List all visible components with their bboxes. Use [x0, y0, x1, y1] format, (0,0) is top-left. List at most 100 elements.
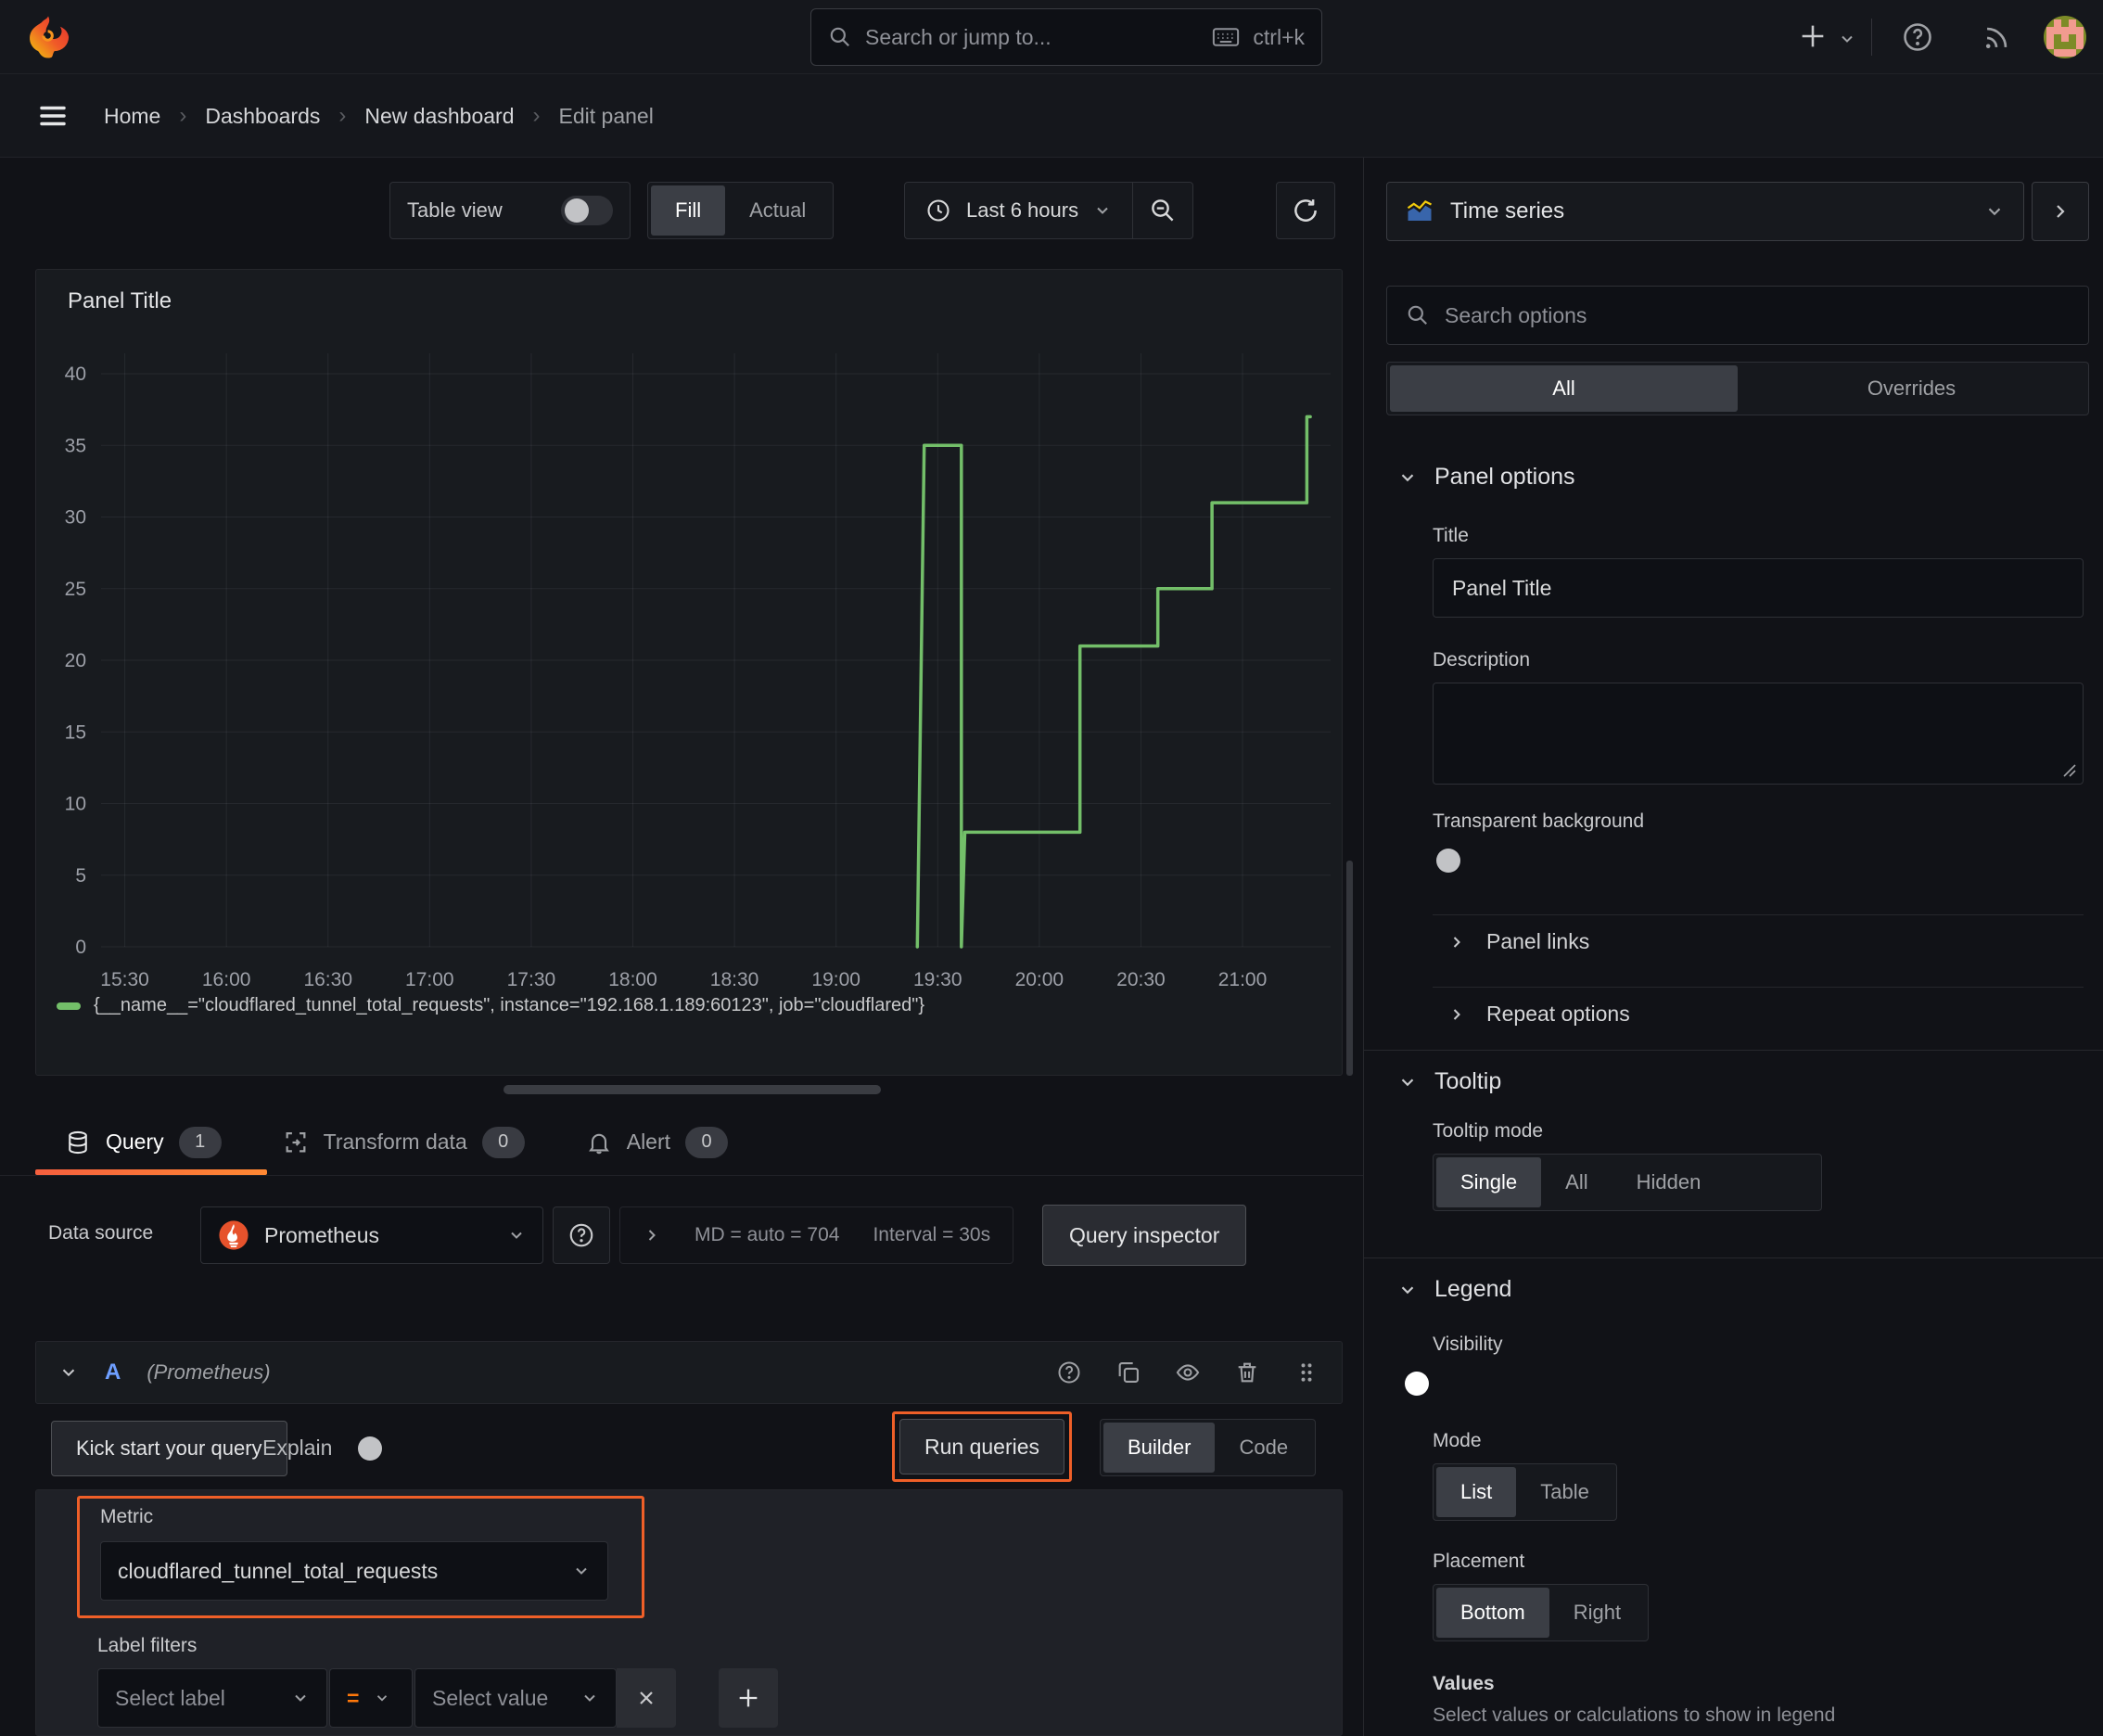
placement-bottom-option[interactable]: Bottom	[1436, 1588, 1549, 1638]
tooltip-all-option[interactable]: All	[1541, 1157, 1612, 1207]
run-queries-annotation: Run queries	[892, 1411, 1073, 1482]
chevron-down-icon	[576, 1567, 587, 1575]
svg-text:16:00: 16:00	[202, 969, 251, 990]
tooltip-hidden-option[interactable]: Hidden	[1612, 1157, 1726, 1207]
collapse-options-pane-button[interactable]	[2032, 182, 2089, 241]
tooltip-single-option[interactable]: Single	[1436, 1157, 1542, 1207]
chevron-down-icon	[511, 1232, 522, 1239]
add-filter-button[interactable]	[719, 1668, 778, 1728]
panel-options-section-header[interactable]: Panel options	[1397, 464, 1575, 491]
placement-right-option[interactable]: Right	[1549, 1588, 1645, 1638]
breadcrumb-new-dashboard[interactable]: New dashboard	[364, 104, 514, 129]
legend-section-header[interactable]: Legend	[1397, 1276, 1511, 1303]
query-row-header[interactable]: A (Prometheus)	[35, 1341, 1343, 1404]
grafana-edit-panel-page: Search or jump to... ctrl+k Home › Dashb…	[0, 0, 2103, 1736]
close-icon	[640, 1691, 653, 1704]
breadcrumb-dashboards[interactable]: Dashboards	[205, 104, 320, 129]
max-data-points: MD = auto = 704	[695, 1224, 840, 1245]
panel-resize-handle[interactable]	[503, 1085, 881, 1094]
transform-count-badge: 0	[481, 1126, 525, 1158]
select-value-placeholder: Select value	[432, 1685, 549, 1710]
tab-transform-label: Transform data	[323, 1130, 467, 1154]
chevron-right-icon	[648, 1230, 656, 1241]
panel-title-input[interactable]	[1433, 558, 2084, 618]
hamburger-icon	[40, 106, 66, 126]
datasource-value: Prometheus	[264, 1222, 380, 1247]
chevron-right-icon	[1453, 936, 1460, 948]
operator-dropdown[interactable]: =	[329, 1668, 413, 1728]
top-nav: Search or jump to... ctrl+k	[0, 0, 2103, 74]
actual-option[interactable]: Actual	[725, 185, 830, 236]
time-range-picker[interactable]: Last 6 hours	[905, 198, 1132, 223]
svg-text:20:00: 20:00	[1015, 969, 1064, 990]
grafana-logo-icon[interactable]	[24, 13, 72, 61]
zoom-out-button[interactable]	[1133, 183, 1192, 238]
nav-divider	[1871, 19, 1872, 56]
mega-menu-button[interactable]	[35, 100, 70, 132]
search-shortcut: ctrl+k	[1253, 24, 1305, 49]
bell-icon	[588, 1133, 609, 1154]
delete-query-button[interactable]	[1234, 1359, 1260, 1385]
options-tab-all[interactable]: All	[1390, 365, 1738, 412]
search-options-input[interactable]: Search options	[1386, 286, 2089, 345]
code-option[interactable]: Code	[1215, 1423, 1312, 1473]
new-dashboard-button[interactable]	[1797, 20, 1829, 52]
new-menu-chevron[interactable]	[1838, 30, 1856, 48]
table-view-toggle[interactable]	[561, 196, 613, 225]
panel-links-section-header[interactable]: Panel links	[1447, 929, 1589, 954]
tab-alert[interactable]: Alert 0	[586, 1109, 729, 1175]
run-queries-button[interactable]: Run queries	[899, 1419, 1065, 1474]
svg-text:15: 15	[65, 721, 86, 743]
user-avatar[interactable]	[2044, 16, 2086, 58]
query-options-summary[interactable]: MD = auto = 704 Interval = 30s	[619, 1206, 1014, 1264]
time-series-chart: 0 5 10 15 20 25 30 35 40 15:30 16:00 16:30 17:00 17:3…	[65, 353, 1331, 990]
refresh-icon	[1294, 199, 1317, 222]
global-search-input[interactable]: Search or jump to... ctrl+k	[810, 8, 1322, 66]
help-button[interactable]	[1901, 20, 1934, 54]
query-inspector-button[interactable]: Query inspector	[1042, 1205, 1247, 1266]
repeat-options-section-header[interactable]: Repeat options	[1447, 1002, 1630, 1027]
select-value-dropdown[interactable]: Select value	[414, 1668, 617, 1728]
duplicate-query-button[interactable]	[1115, 1359, 1141, 1385]
options-tab-overrides[interactable]: Overrides	[1738, 365, 2085, 412]
alert-count-badge: 0	[685, 1126, 729, 1158]
content-scrollbar[interactable]	[1346, 861, 1353, 1076]
kick-start-query-button[interactable]: Kick start your query	[51, 1421, 287, 1476]
refresh-button[interactable]	[1276, 182, 1335, 239]
breadcrumb-home[interactable]: Home	[104, 104, 160, 129]
trash-icon	[1238, 1362, 1256, 1383]
search-options-placeholder: Search options	[1445, 302, 1587, 327]
tooltip-section-header[interactable]: Tooltip	[1397, 1068, 1501, 1095]
interval: Interval = 30s	[873, 1224, 991, 1245]
tab-alert-label: Alert	[626, 1130, 671, 1154]
datasource-help-button[interactable]	[553, 1206, 610, 1264]
database-icon	[69, 1130, 87, 1154]
legend-placement-segmented: Bottom Right	[1433, 1584, 1650, 1641]
chevron-down-icon	[1401, 473, 1414, 481]
help-icon	[1058, 1361, 1080, 1384]
metric-select[interactable]: cloudflared_tunnel_total_requests	[100, 1541, 608, 1601]
explain-label: Explain	[262, 1436, 333, 1460]
hide-query-button[interactable]	[1175, 1359, 1201, 1385]
search-placeholder: Search or jump to...	[865, 24, 1052, 49]
drag-query-handle[interactable]	[1294, 1359, 1319, 1385]
search-icon	[1408, 305, 1427, 325]
tab-query[interactable]: Query 1	[65, 1109, 222, 1175]
svg-text:18:00: 18:00	[608, 969, 657, 990]
fill-option[interactable]: Fill	[651, 185, 726, 236]
tab-transform-data[interactable]: Transform data 0	[283, 1109, 525, 1175]
builder-option[interactable]: Builder	[1103, 1423, 1216, 1473]
legend-table-option[interactable]: Table	[1516, 1467, 1613, 1517]
operator-value: =	[347, 1685, 360, 1710]
datasource-picker[interactable]: Prometheus	[200, 1206, 543, 1264]
query-builder-card: Metric cloudflared_tunnel_total_requests…	[35, 1489, 1343, 1736]
remove-filter-button[interactable]	[617, 1668, 676, 1728]
legend-list-option[interactable]: List	[1436, 1467, 1517, 1517]
news-button[interactable]	[1981, 22, 2012, 54]
visualization-picker[interactable]: Time series	[1386, 182, 2024, 241]
legend-mode-label: Mode	[1433, 1430, 1482, 1451]
query-help-button[interactable]	[1056, 1359, 1082, 1385]
select-label-dropdown[interactable]: Select label	[97, 1668, 327, 1728]
chart-legend[interactable]: {__name__="cloudflared_tunnel_total_requ…	[57, 995, 924, 1016]
description-textarea[interactable]	[1433, 683, 2084, 785]
